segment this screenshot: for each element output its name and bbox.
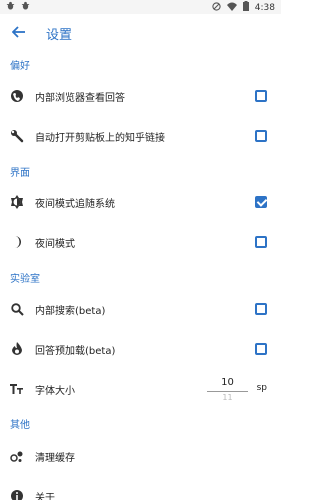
setting-night-mode[interactable]: 夜间模式: [0, 222, 281, 262]
setting-night-follow-system[interactable]: 夜间模式追随系统: [0, 182, 281, 222]
setting-label: 字体大小: [35, 386, 75, 397]
brightness-icon: [9, 194, 25, 210]
font-size-unit: sp: [256, 383, 267, 393]
setting-label: 自动打开剪贴板上的知乎链接: [35, 133, 165, 144]
arrow-back-icon: [11, 23, 26, 42]
font-size-value: 10: [221, 377, 234, 388]
setting-font-size[interactable]: 字体大小 10 11 sp: [0, 369, 281, 411]
answer-preload-checkbox[interactable]: [255, 343, 267, 355]
moon-icon: [9, 234, 25, 250]
setting-label: 回答预加载(beta): [35, 346, 116, 357]
inapp-browser-checkbox[interactable]: [255, 90, 267, 102]
setting-label: 内部浏览器查看回答: [35, 93, 125, 104]
section-header-other: 其他: [10, 420, 30, 431]
status-time: 4:38: [254, 2, 275, 13]
page-title: 设置: [46, 28, 73, 43]
font-size-picker[interactable]: 10 11: [205, 375, 250, 407]
app-bar: 设置: [0, 14, 281, 50]
section-header-interface: 界面: [10, 168, 30, 179]
wifi-icon: [226, 2, 237, 14]
setting-label: 内部搜索(beta): [35, 306, 106, 317]
bug-icon: [21, 1, 30, 13]
search-icon: [9, 301, 25, 317]
night-follow-system-checkbox[interactable]: [255, 196, 267, 208]
setting-clear-cache[interactable]: 清理缓存: [0, 436, 281, 476]
setting-answer-preload[interactable]: 回答预加载(beta): [0, 329, 281, 369]
setting-auto-open-clipboard[interactable]: 自动打开剪贴板上的知乎链接: [0, 116, 281, 156]
info-icon: [9, 488, 25, 500]
night-mode-checkbox[interactable]: [255, 236, 267, 248]
setting-label: 夜间模式追随系统: [35, 199, 115, 210]
signal-off-icon: [212, 1, 221, 14]
setting-internal-search[interactable]: 内部搜索(beta): [0, 289, 281, 329]
back-button[interactable]: [8, 21, 30, 43]
bug-icon: [6, 1, 15, 13]
setting-label: 关于: [35, 493, 55, 500]
battery-icon: [242, 1, 249, 14]
text-size-icon: [9, 381, 25, 397]
status-bar-right: 4:38: [212, 1, 275, 14]
status-bar: 4:38: [0, 0, 281, 14]
section-header-lab: 实验室: [10, 274, 40, 285]
section-header-preferences: 偏好: [10, 61, 30, 72]
setting-about[interactable]: 关于: [0, 476, 281, 500]
setting-inapp-browser[interactable]: 内部浏览器查看回答: [0, 76, 281, 116]
setting-label: 夜间模式: [35, 239, 75, 250]
status-bar-left: [6, 1, 30, 13]
picker-underline: [207, 391, 248, 392]
auto-open-clipboard-checkbox[interactable]: [255, 130, 267, 142]
internal-search-checkbox[interactable]: [255, 303, 267, 315]
wrench-icon: [9, 128, 25, 144]
flame-icon: [9, 341, 25, 357]
setting-label: 清理缓存: [35, 453, 75, 464]
font-size-next-value: 11: [222, 393, 233, 402]
bubbles-icon: [9, 448, 25, 464]
globe-icon: [9, 88, 25, 104]
